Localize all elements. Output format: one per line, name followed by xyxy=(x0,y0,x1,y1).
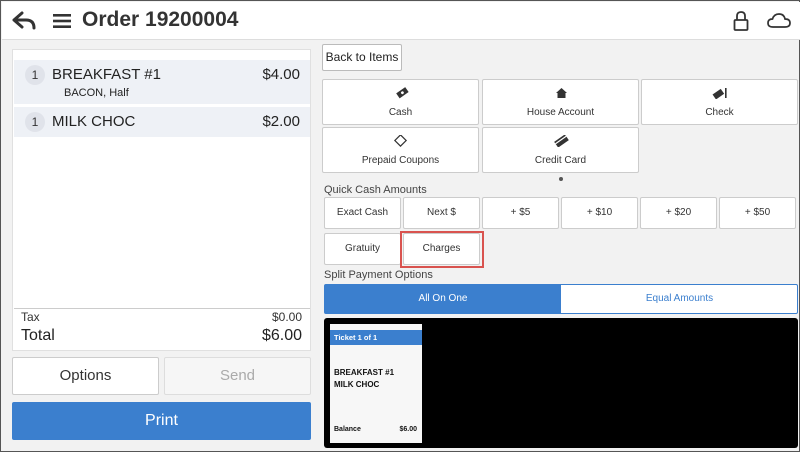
cash-icon xyxy=(396,87,409,99)
gratuity-button[interactable]: Gratuity xyxy=(324,233,401,265)
order-item-row[interactable]: 1 MILK CHOC $2.00 xyxy=(14,107,310,137)
cloud-icon[interactable] xyxy=(767,11,791,31)
ticket-title: Ticket 1 of 1 xyxy=(330,330,422,345)
cash-button[interactable]: Cash xyxy=(322,79,479,125)
app-frame: Order 19200004 1 BREAKFAST #1 $4.00 BACO… xyxy=(0,0,800,452)
credit-card-icon xyxy=(554,135,569,147)
tax-value: $0.00 xyxy=(271,310,302,324)
exact-cash-button[interactable]: Exact Cash xyxy=(324,197,401,229)
page-indicator-dot[interactable] xyxy=(559,177,563,181)
tax-label: Tax xyxy=(21,310,40,324)
prepaid-coupons-button[interactable]: Prepaid Coupons xyxy=(322,127,479,173)
split-payment-toggle: All On One Equal Amounts xyxy=(324,284,798,314)
coupon-icon xyxy=(393,135,408,147)
ticket-items: BREAKFAST #1 MILK CHOC xyxy=(334,367,394,391)
page-title: Order 19200004 xyxy=(82,8,239,31)
totals-divider xyxy=(14,308,310,309)
order-panel: 1 BREAKFAST #1 $4.00 BACON, Half 1 MILK … xyxy=(12,49,311,351)
order-item-row[interactable]: 1 BREAKFAST #1 $4.00 BACON, Half xyxy=(14,60,310,104)
house-icon xyxy=(556,88,567,98)
payment-method-label: Credit Card xyxy=(534,155,587,166)
header-bar: Order 19200004 xyxy=(2,2,800,40)
split-payment-label: Split Payment Options xyxy=(324,269,433,281)
lock-icon[interactable] xyxy=(732,10,750,32)
ticket-balance-label: Balance xyxy=(334,426,361,433)
total-label: Total xyxy=(21,327,55,344)
back-arrow-icon[interactable] xyxy=(12,10,38,32)
credit-card-button[interactable]: Credit Card xyxy=(482,127,639,173)
print-button[interactable]: Print xyxy=(12,402,311,440)
check-icon xyxy=(712,88,727,99)
back-to-items-button[interactable]: Back to Items xyxy=(322,44,402,71)
next-dollar-button[interactable]: Next $ xyxy=(403,197,480,229)
hamburger-menu-icon[interactable] xyxy=(52,11,72,31)
item-quantity-badge: 1 xyxy=(25,112,45,132)
ticket-card[interactable]: Ticket 1 of 1 BREAKFAST #1 MILK CHOC Bal… xyxy=(330,324,422,443)
item-quantity-badge: 1 xyxy=(25,65,45,85)
options-button[interactable]: Options xyxy=(12,357,159,395)
item-price: $2.00 xyxy=(262,113,300,130)
payment-method-label: House Account xyxy=(526,107,595,118)
send-button[interactable]: Send xyxy=(164,357,311,395)
add-50-button[interactable]: + $50 xyxy=(719,197,796,229)
equal-amounts-option[interactable]: Equal Amounts xyxy=(562,285,797,313)
quick-cash-label: Quick Cash Amounts xyxy=(324,184,427,196)
payment-method-label: Cash xyxy=(388,107,413,118)
payment-method-label: Check xyxy=(705,107,734,118)
ticket-item: MILK CHOC xyxy=(334,380,380,389)
charges-highlight-box xyxy=(400,231,484,268)
total-value: $6.00 xyxy=(261,327,302,344)
ticket-area: Ticket 1 of 1 BREAKFAST #1 MILK CHOC Bal… xyxy=(324,318,798,448)
add-20-button[interactable]: + $20 xyxy=(640,197,717,229)
house-account-button[interactable]: House Account xyxy=(482,79,639,125)
check-button[interactable]: Check xyxy=(641,79,798,125)
item-modifier: BACON, Half xyxy=(64,87,129,99)
add-10-button[interactable]: + $10 xyxy=(561,197,638,229)
item-name: MILK CHOC xyxy=(52,113,136,130)
add-5-button[interactable]: + $5 xyxy=(482,197,559,229)
item-name: BREAKFAST #1 xyxy=(52,66,161,83)
item-price: $4.00 xyxy=(262,66,300,83)
payment-method-label: Prepaid Coupons xyxy=(361,155,440,166)
ticket-item: BREAKFAST #1 xyxy=(334,368,395,377)
all-on-one-option[interactable]: All On One xyxy=(325,285,561,313)
ticket-balance-value: $6.00 xyxy=(399,426,417,433)
